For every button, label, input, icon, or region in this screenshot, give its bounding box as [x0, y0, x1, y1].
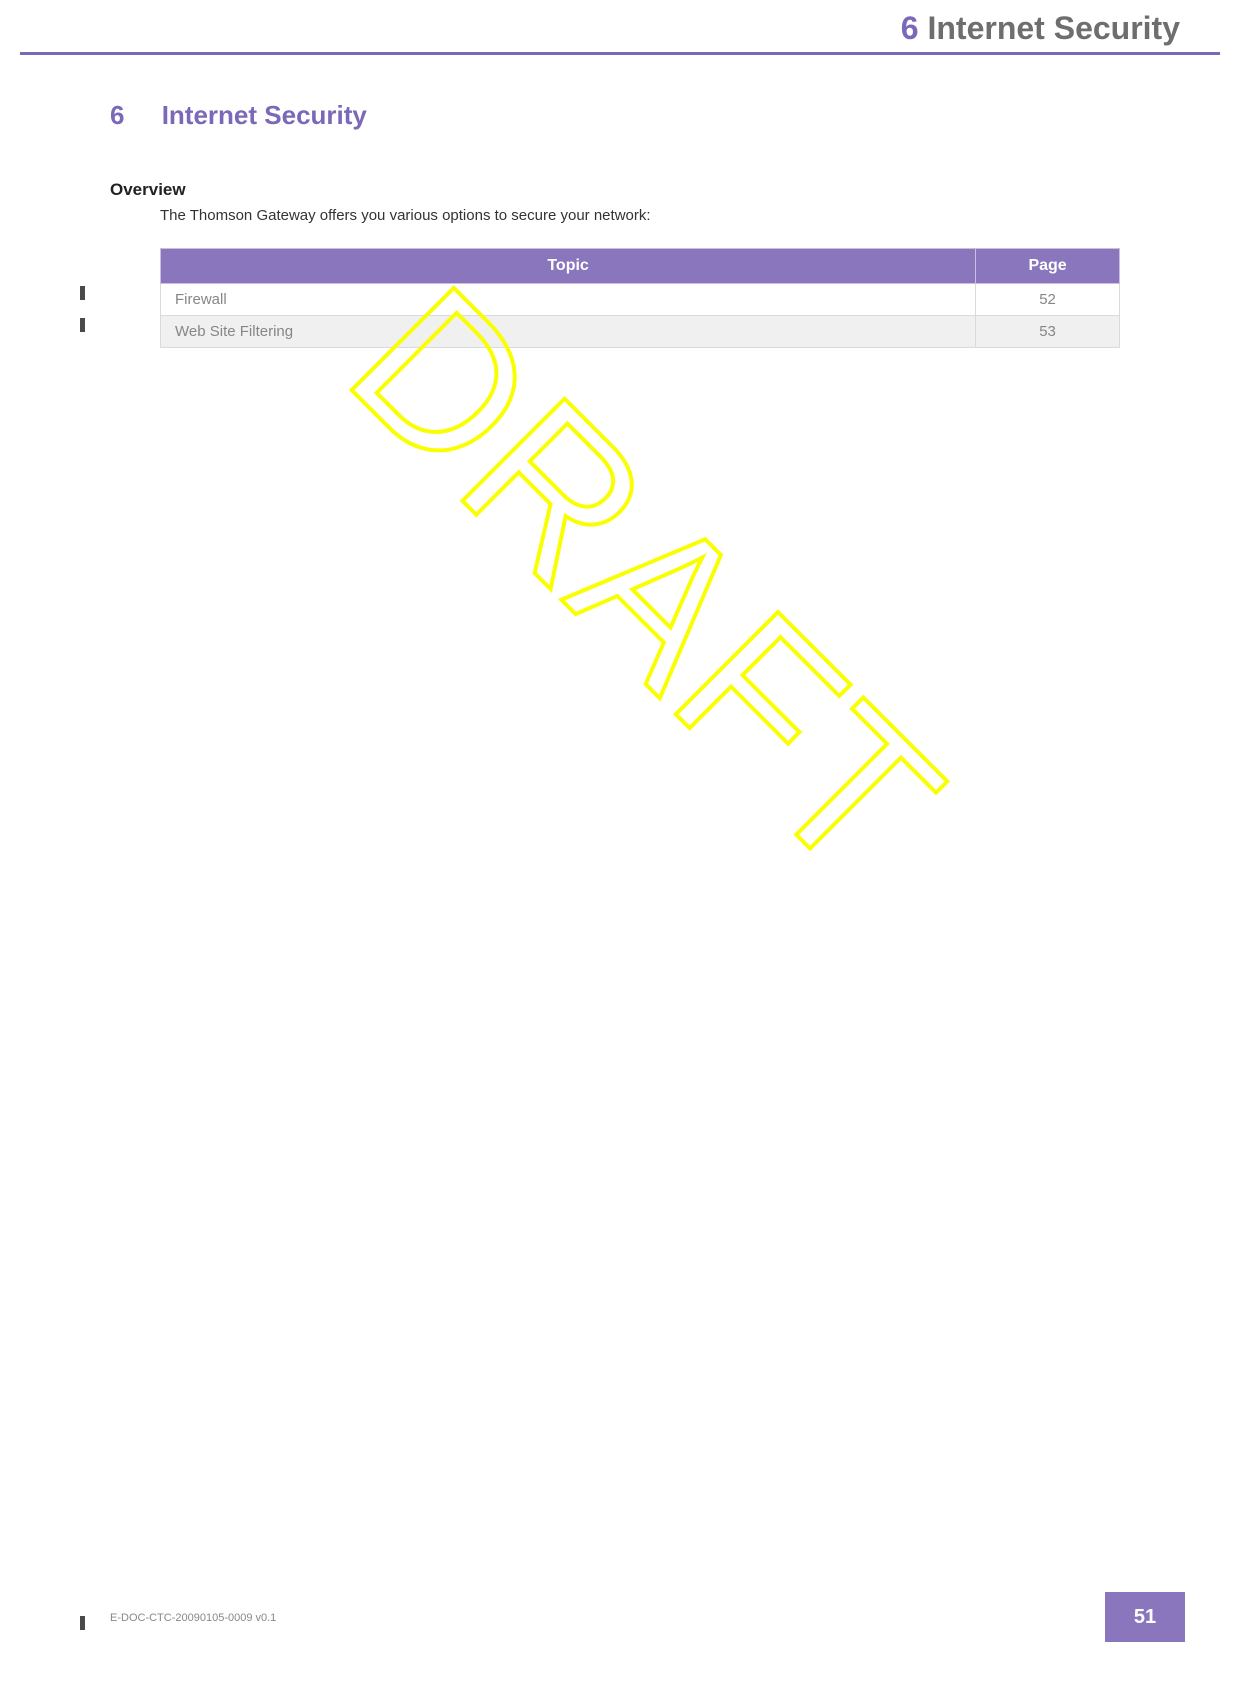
table-header-page: Page	[976, 249, 1120, 284]
cell-page[interactable]: 52	[976, 284, 1120, 316]
table-row: Firewall 52	[161, 284, 1120, 316]
topics-table: Topic Page Firewall 52 Web Site Filterin…	[160, 248, 1120, 348]
revision-bar-icon	[80, 286, 85, 300]
header-rule	[20, 52, 1220, 55]
footer-page-number: 51	[1105, 1592, 1185, 1642]
intro-paragraph: The Thomson Gateway offers you various o…	[160, 207, 651, 224]
revision-bar-icon	[80, 1616, 85, 1630]
chapter-heading: 6 Internet Security	[110, 100, 367, 131]
cell-topic[interactable]: Web Site Filtering	[161, 316, 976, 348]
header-chapter-number: 6	[901, 10, 919, 46]
cell-topic[interactable]: Firewall	[161, 284, 976, 316]
section-title: Overview	[110, 180, 186, 200]
table-header-topic: Topic	[161, 249, 976, 284]
header-chapter-title: Internet Security	[927, 10, 1180, 46]
revision-bar-icon	[80, 318, 85, 332]
table-row: Web Site Filtering 53	[161, 316, 1120, 348]
cell-page[interactable]: 53	[976, 316, 1120, 348]
footer-doc-id: E-DOC-CTC-20090105-0009 v0.1	[110, 1612, 276, 1624]
chapter-number: 6	[110, 100, 124, 130]
chapter-title: Internet Security	[162, 100, 367, 130]
running-header: 6 Internet Security	[901, 10, 1180, 47]
